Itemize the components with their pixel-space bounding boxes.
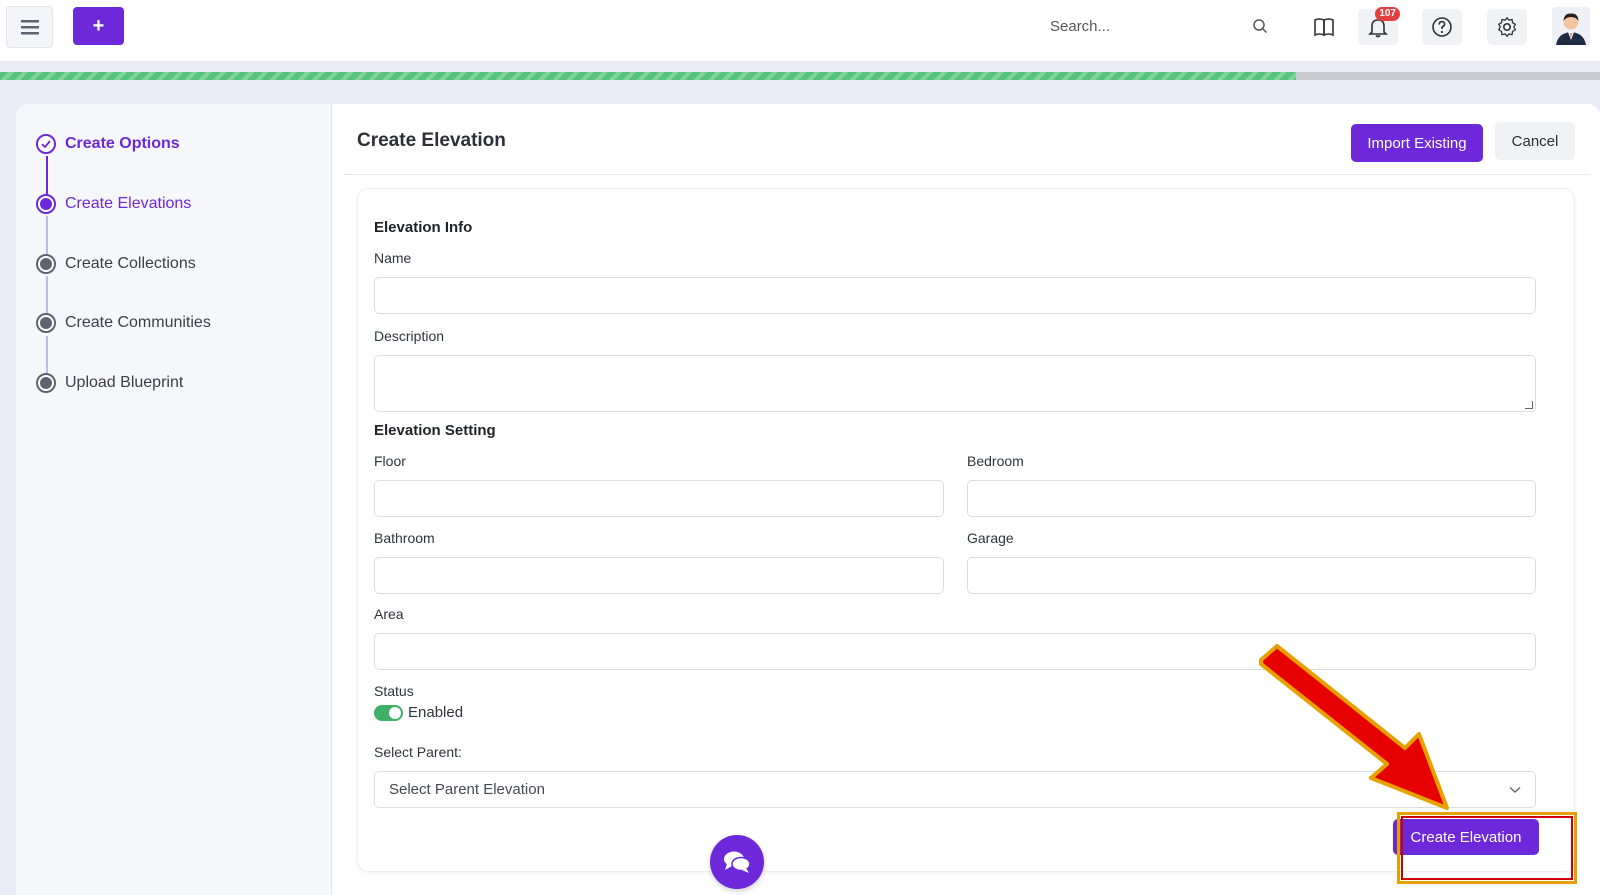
chat-bubbles-icon [724,851,751,873]
step-create-communities[interactable]: Create Communities [36,313,211,333]
resize-handle-icon[interactable] [1525,401,1533,409]
bathroom-input[interactable] [375,558,943,593]
notification-badge: 107 [1375,7,1400,21]
step-pending-icon [36,373,56,393]
floor-input[interactable] [375,481,943,516]
step-pending-icon [36,313,56,333]
status-value: Enabled [408,704,464,721]
progress-fill [0,72,1296,80]
book-icon [1314,18,1334,37]
gear-icon [1497,16,1517,38]
description-field [374,355,1536,412]
status-toggle[interactable] [374,705,403,721]
settings-button[interactable] [1487,9,1527,45]
bathroom-label: Bathroom [374,530,435,546]
step-pending-icon [36,254,56,274]
step-label: Create Options [65,135,180,152]
page-title: Create Elevation [357,130,506,151]
floor-field [374,480,944,517]
chat-button[interactable] [710,835,764,889]
garage-label: Garage [967,530,1014,546]
add-button[interactable]: + [73,7,124,45]
name-field [374,277,1536,314]
check-circle-icon [36,134,56,154]
step-label: Create Elevations [65,195,192,212]
hamburger-menu-button[interactable] [6,6,53,48]
search-input[interactable] [1050,17,1230,35]
top-bar: + 107 [0,0,1600,62]
floor-label: Floor [374,453,406,469]
step-label: Upload Blueprint [65,374,184,391]
user-avatar-icon [1552,7,1590,45]
parent-select-value: Select Parent Elevation [389,781,545,798]
description-textarea[interactable] [375,356,1535,411]
main-panel: Create Elevation Import Existing Cancel … [332,104,1600,895]
divider [344,174,1590,175]
step-upload-blueprint[interactable]: Upload Blueprint [36,373,183,393]
import-existing-button[interactable]: Import Existing [1351,124,1483,162]
garage-input[interactable] [968,558,1535,593]
bedroom-label: Bedroom [967,453,1024,469]
step-active-icon [36,194,56,214]
step-create-collections[interactable]: Create Collections [36,254,196,274]
name-label: Name [374,250,412,266]
step-label: Create Communities [65,314,211,331]
parent-label: Select Parent: [374,744,462,760]
search-icon[interactable] [1252,18,1268,34]
section-title-info: Elevation Info [374,219,473,236]
step-create-elevations[interactable]: Create Elevations [36,194,191,214]
area-label: Area [374,606,404,622]
elevation-form: Elevation Info Name Description Elevatio… [357,188,1575,872]
description-label: Description [374,328,445,344]
wizard-stepper: Create Options Create Elevations Create … [16,104,332,895]
notifications-button[interactable]: 107 [1358,7,1400,45]
wizard-progress-bar [0,72,1600,80]
area-input[interactable] [375,634,1535,669]
bedroom-field [967,480,1536,517]
avatar[interactable] [1552,7,1590,45]
parent-select[interactable]: Select Parent Elevation [374,771,1536,808]
step-label: Create Collections [65,255,196,272]
cancel-button[interactable]: Cancel [1495,122,1575,160]
chevron-down-icon [1509,786,1521,793]
help-button[interactable] [1422,9,1462,45]
hamburger-icon [20,20,39,35]
create-elevation-button[interactable]: Create Elevation [1393,819,1539,855]
bedroom-input[interactable] [968,481,1535,516]
guide-button[interactable] [1304,9,1344,45]
area-field [374,633,1536,670]
bathroom-field [374,557,944,594]
search-bar [1050,10,1268,42]
section-title-setting: Elevation Setting [374,422,496,439]
help-icon [1432,17,1452,37]
garage-field [967,557,1536,594]
name-input[interactable] [375,278,1535,313]
status-label: Status [374,683,414,699]
step-create-options[interactable]: Create Options [36,134,180,154]
